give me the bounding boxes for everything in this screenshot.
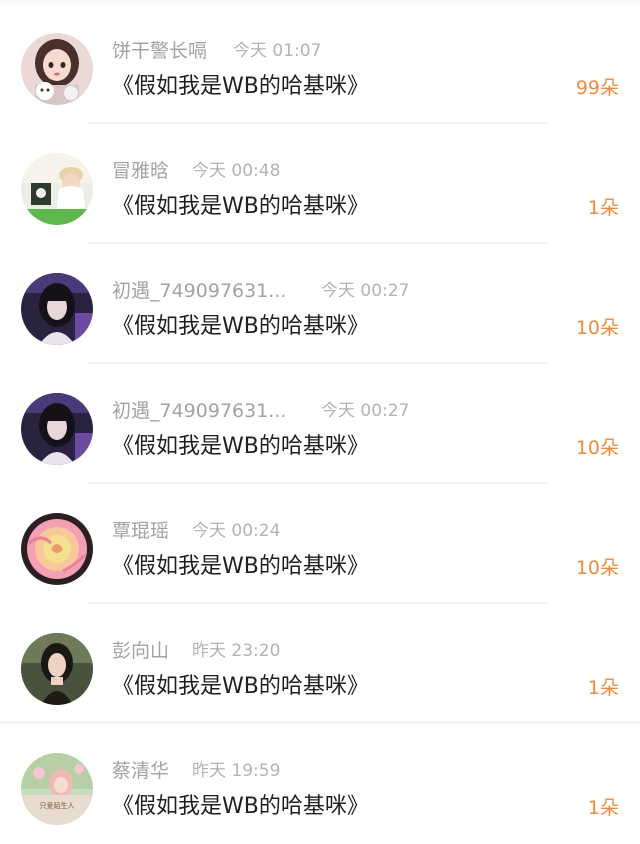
comment-meta: 饼干警长嗝 今天 01:07 [112,39,552,63]
comment-meta: 初遇_749097631... 今天 00:27 [112,399,552,423]
gift-count: 10朵 [575,557,619,579]
comment-text: 《假如我是WB的哈基咪》 [112,554,369,579]
comment-meta: 覃琨瑶 今天 00:24 [112,519,552,543]
photo-girl-avatar-icon [21,153,93,225]
avatar[interactable] [21,393,93,465]
gift-count: 1朵 [587,677,619,699]
comment-text: 《假如我是WB的哈基咪》 [112,194,369,219]
avatar[interactable] [21,33,93,105]
comment-text: 《假如我是WB的哈基咪》 [112,794,369,819]
cartoon-girl-avatar-icon [21,33,93,105]
photo-girl-avatar-icon [21,633,93,705]
gift-count: 10朵 [575,437,619,459]
timestamp: 今天 00:27 [321,281,410,301]
timestamp: 今天 01:07 [233,41,322,61]
comment-meta: 初遇_749097631... 今天 00:27 [112,279,552,303]
username[interactable]: 初遇_749097631... [112,279,286,303]
gift-count: 1朵 [587,797,619,819]
avatar-caption: 只爱陌生人 [40,801,75,810]
username[interactable]: 饼干警长嗝 [112,39,207,63]
username[interactable]: 覃琨瑶 [112,519,169,543]
timestamp: 今天 00:24 [192,521,281,541]
timestamp: 昨天 23:20 [192,641,281,661]
comment-row[interactable]: 覃琨瑶 今天 00:24 《假如我是WB的哈基咪》 10朵 [0,484,640,604]
comment-row[interactable]: 只爱陌生人 蔡清华 昨天 19:59 《假如我是WB的哈基咪》 1朵 [0,724,640,844]
timestamp: 今天 00:27 [321,401,410,421]
comment-meta: 蔡清华 昨天 19:59 [112,759,552,783]
comment-text: 《假如我是WB的哈基咪》 [112,674,369,699]
avatar[interactable]: 只爱陌生人 [21,753,93,825]
comment-text: 《假如我是WB的哈基咪》 [112,434,369,459]
gift-count: 10朵 [575,317,619,339]
comment-row[interactable]: 饼干警长嗝 今天 01:07 《假如我是WB的哈基咪》 99朵 [0,4,640,124]
photo-girl-avatar-icon [21,273,93,345]
username[interactable]: 彭向山 [112,639,169,663]
comment-row[interactable]: 初遇_749097631... 今天 00:27 《假如我是WB的哈基咪》 10… [0,244,640,364]
comment-text: 《假如我是WB的哈基咪》 [112,74,369,99]
timestamp: 今天 00:48 [192,161,281,181]
avatar[interactable] [21,513,93,585]
username[interactable]: 冒雅晗 [112,159,169,183]
avatar[interactable] [21,153,93,225]
comment-meta: 彭向山 昨天 23:20 [112,639,552,663]
comment-list: 饼干警长嗝 今天 01:07 《假如我是WB的哈基咪》 99朵 冒雅晗 今天 0… [0,0,640,843]
avatar[interactable] [21,633,93,705]
gift-count: 1朵 [587,197,619,219]
comment-row[interactable]: 冒雅晗 今天 00:48 《假如我是WB的哈基咪》 1朵 [0,124,640,244]
timestamp: 昨天 19:59 [192,761,281,781]
comment-row[interactable]: 彭向山 昨天 23:20 《假如我是WB的哈基咪》 1朵 [0,604,640,724]
comment-meta: 冒雅晗 今天 00:48 [112,159,552,183]
flower-girl-avatar-icon: 只爱陌生人 [21,753,93,825]
username[interactable]: 蔡清华 [112,759,169,783]
avatar[interactable] [21,273,93,345]
comment-text: 《假如我是WB的哈基咪》 [112,314,369,339]
gift-count: 99朵 [575,77,619,99]
rose-avatar-icon [21,513,93,585]
username[interactable]: 初遇_749097631... [112,399,286,423]
photo-girl-avatar-icon [21,393,93,465]
comment-row[interactable]: 初遇_749097631... 今天 00:27 《假如我是WB的哈基咪》 10… [0,364,640,484]
